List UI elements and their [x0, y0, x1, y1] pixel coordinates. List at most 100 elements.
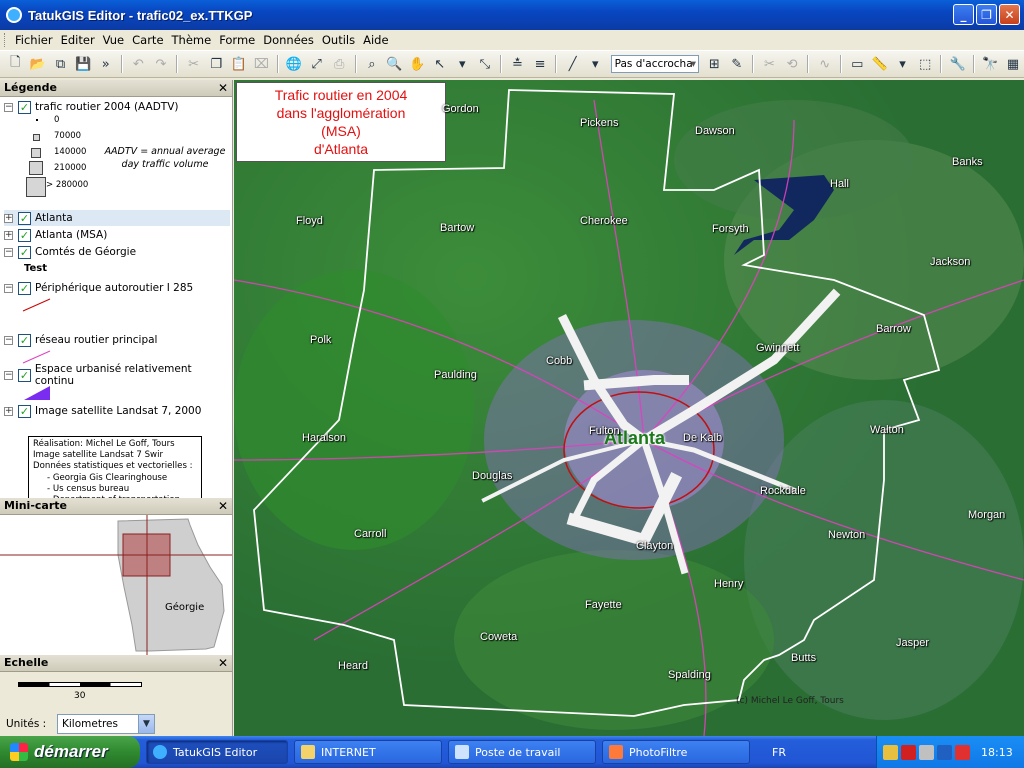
layer-checkbox[interactable]: ✓ — [18, 281, 31, 295]
layer-checkbox[interactable]: ✓ — [18, 100, 31, 114]
collapse-icon[interactable]: − — [4, 370, 13, 380]
map-view[interactable]: Trafic routier en 2004 dans l'agglomérat… — [234, 80, 1024, 736]
maximize-button[interactable]: ❐ — [976, 4, 997, 25]
edit-vertex-icon[interactable]: ⤡ — [475, 53, 496, 75]
draw-line-icon[interactable]: ╱ — [562, 53, 583, 75]
chevron-down-icon[interactable]: ▼ — [138, 715, 154, 733]
tray-antivirus-icon[interactable] — [901, 744, 916, 760]
layer-row-i285[interactable]: − ✓ Périphérique autoroutier I 285 — [4, 280, 193, 296]
menu-forme[interactable]: Forme — [215, 33, 259, 47]
layer-properties-icon[interactable]: ▦ — [1003, 53, 1024, 75]
layer-row-atlanta-msa[interactable]: + ✓ Atlanta (MSA) — [4, 227, 107, 243]
zoom-window-icon[interactable]: ⌕ — [362, 53, 383, 75]
menu-aide[interactable]: Aide — [359, 33, 392, 47]
menu-outils[interactable]: Outils — [318, 33, 359, 47]
minimize-button[interactable]: _ — [953, 4, 974, 25]
layer-label: Espace urbanisé relativement continu — [34, 363, 192, 387]
minimap-panel[interactable]: Géorgie — [0, 515, 232, 655]
edit-shape-icon[interactable]: ✎ — [727, 53, 748, 75]
collapse-icon[interactable]: − — [4, 283, 13, 293]
menu-fichier[interactable]: Fichier — [11, 33, 57, 47]
close-button[interactable]: ✕ — [999, 4, 1020, 25]
area-icon[interactable]: ⬚ — [915, 53, 936, 75]
legend-close-icon[interactable]: ✕ — [218, 80, 228, 96]
measure-dropdown-icon[interactable]: ▾ — [892, 53, 913, 75]
tray-ati-icon[interactable] — [955, 744, 970, 760]
taskbar: démarrer TatukGIS Editor INTERNET Poste … — [0, 736, 1024, 768]
snap-select[interactable]: Pas d'accrocha — [610, 55, 699, 73]
layer-row-atlanta[interactable]: + ✓ Atlanta — [4, 210, 230, 226]
task-photofiltre[interactable]: PhotoFiltre — [602, 740, 750, 764]
collapse-icon[interactable]: − — [4, 102, 13, 112]
layer-checkbox[interactable]: ✓ — [18, 404, 31, 418]
minimap-close-icon[interactable]: ✕ — [218, 498, 228, 514]
tray-shield-icon[interactable] — [937, 744, 952, 760]
open-folder-icon[interactable]: 📂 — [28, 53, 49, 75]
legend-header: Légende ✕ — [0, 80, 232, 97]
menu-editer[interactable]: Editer — [57, 33, 99, 47]
smooth-icon[interactable]: ∿ — [814, 53, 835, 75]
select-dropdown-icon[interactable]: ▾ — [452, 53, 473, 75]
minimap-canvas[interactable] — [0, 515, 232, 655]
find-icon[interactable]: 🔭 — [980, 53, 1001, 75]
minimap-state-label: Géorgie — [165, 602, 205, 613]
menu-theme[interactable]: Thème — [168, 33, 216, 47]
save-icon[interactable]: 💾 — [73, 53, 94, 75]
scale-close-icon[interactable]: ✕ — [218, 655, 228, 671]
collapse-icon[interactable]: − — [4, 335, 13, 345]
county-label: Barrow — [876, 323, 911, 335]
align-icon[interactable]: ≛ — [507, 53, 528, 75]
zoom-icon[interactable]: 🔍 — [384, 53, 405, 75]
full-extent-icon[interactable]: ⤢ — [306, 53, 327, 75]
rotate-icon[interactable]: ⟲ — [782, 53, 803, 75]
copy-icon[interactable]: ❐ — [206, 53, 227, 75]
distribute-icon[interactable]: ≡ — [530, 53, 551, 75]
task-poste-de-travail[interactable]: Poste de travail — [448, 740, 596, 764]
expand-icon[interactable]: + — [4, 230, 13, 240]
menu-carte[interactable]: Carte — [128, 33, 167, 47]
layer-checkbox[interactable]: ✓ — [18, 368, 31, 382]
layer-checkbox[interactable]: ✓ — [18, 228, 31, 242]
pan-hand-icon[interactable]: ✋ — [407, 53, 428, 75]
units-select[interactable]: Kilometres ▼ — [57, 714, 155, 734]
globe-icon[interactable]: 🌐 — [284, 53, 305, 75]
measure-icon[interactable]: 📏 — [870, 53, 891, 75]
redo-icon[interactable]: ↷ — [151, 53, 172, 75]
task-internet[interactable]: INTERNET — [294, 740, 442, 764]
language-indicator[interactable]: FR — [772, 746, 786, 759]
traffic-class-label: 140000 — [54, 147, 87, 157]
layer-checkbox[interactable]: ✓ — [18, 211, 31, 225]
layer-checkbox[interactable]: ✓ — [18, 245, 31, 259]
expand-icon[interactable]: + — [4, 213, 13, 223]
task-tatukgis[interactable]: TatukGIS Editor — [146, 740, 288, 764]
save-all-icon[interactable]: ⧉ — [50, 53, 71, 75]
undo-icon[interactable]: ↶ — [128, 53, 149, 75]
add-point-icon[interactable]: ⊞ — [704, 53, 725, 75]
paste-icon[interactable]: 📋 — [228, 53, 249, 75]
tray-app-icon[interactable] — [883, 744, 898, 760]
collapse-icon[interactable]: − — [4, 247, 13, 257]
map-title-line: dans l'agglomération — [276, 105, 406, 121]
menu-vue[interactable]: Vue — [99, 33, 128, 47]
split-icon[interactable]: ✂ — [759, 53, 780, 75]
print-icon[interactable]: ⎙ — [329, 53, 350, 75]
cut-icon[interactable]: ✂ — [183, 53, 204, 75]
draw-dropdown-icon[interactable]: ▾ — [585, 53, 606, 75]
layer-row-counties[interactable]: − ✓ Comtés de Géorgie — [4, 244, 136, 260]
layer-row-road-network[interactable]: − ✓ réseau routier principal — [4, 332, 157, 348]
county-label: Heard — [338, 660, 368, 672]
overflow-chevron-icon[interactable]: » — [95, 53, 116, 75]
attribute-table-icon[interactable]: ▭ — [847, 53, 868, 75]
start-button[interactable]: démarrer — [0, 736, 140, 768]
layer-checkbox[interactable]: ✓ — [18, 333, 31, 347]
layer-row-urban-area[interactable]: − ✓ Espace urbanisé relativement continu — [4, 363, 232, 387]
delete-icon[interactable]: ⌧ — [251, 53, 272, 75]
info-tool-icon[interactable]: 🔧 — [947, 53, 968, 75]
layer-row-landsat[interactable]: + ✓ Image satellite Landsat 7, 2000 — [4, 403, 201, 419]
new-file-icon[interactable]: 🗋 — [5, 53, 26, 75]
tray-network-icon[interactable] — [919, 744, 934, 760]
menu-donnees[interactable]: Données — [259, 33, 318, 47]
select-arrow-icon[interactable]: ↖ — [429, 53, 450, 75]
layer-row-traffic[interactable]: − ✓ trafic routier 2004 (AADTV) — [4, 99, 179, 115]
expand-icon[interactable]: + — [4, 406, 13, 416]
